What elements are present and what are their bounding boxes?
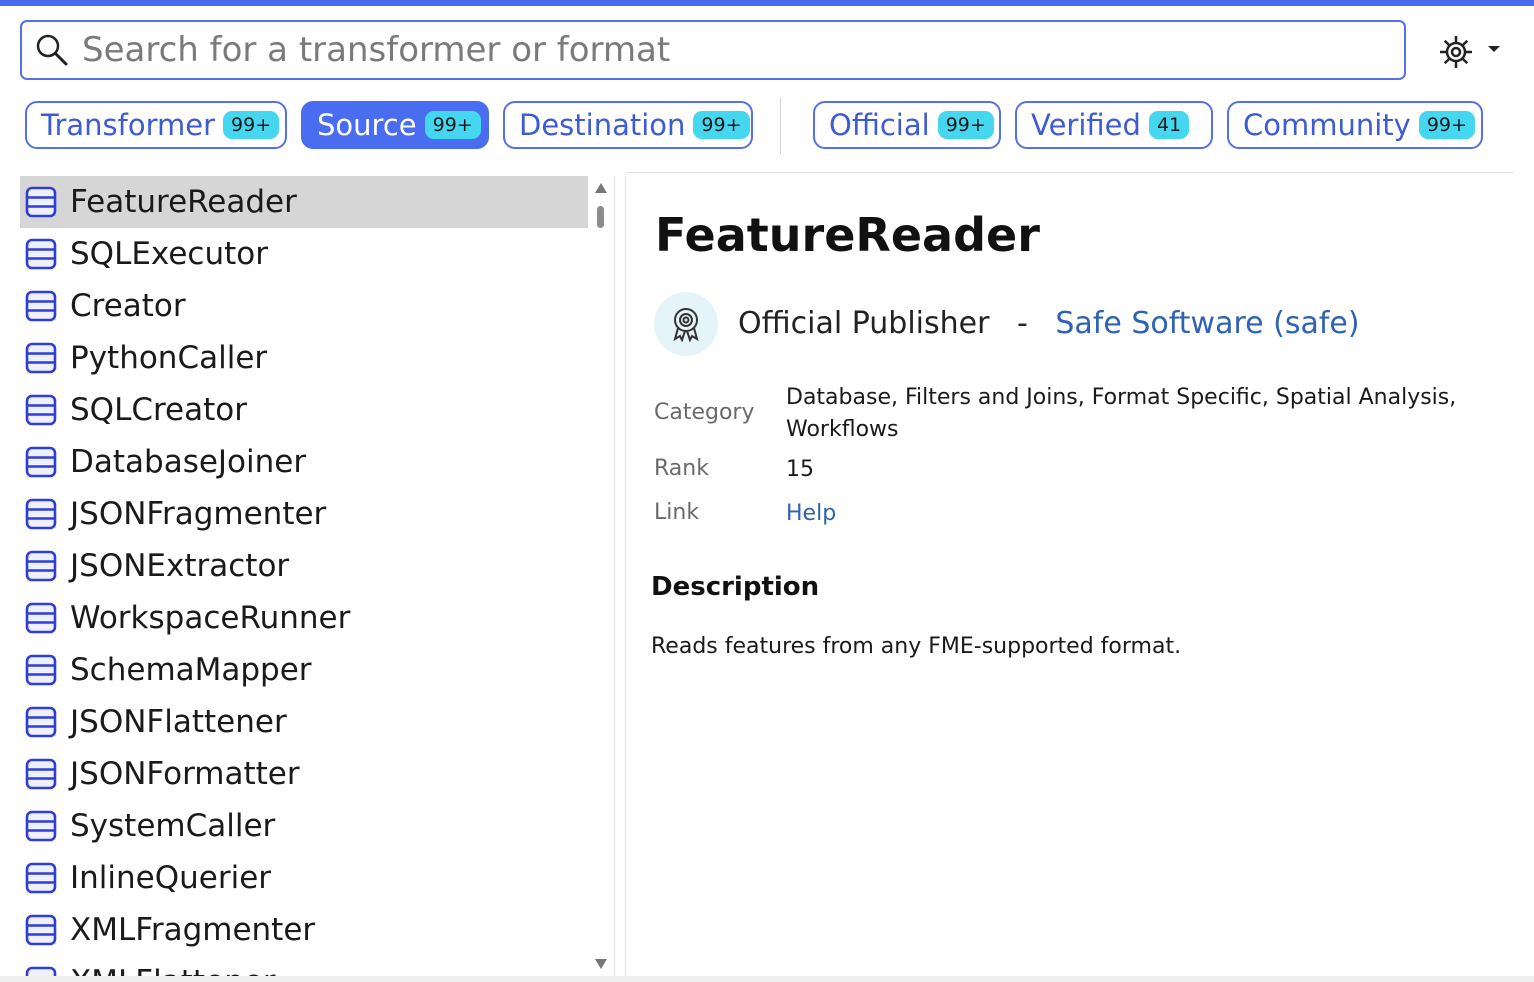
filter-chip-official[interactable]: Official 99+	[813, 101, 1001, 149]
list-item[interactable]: JSONFlattener	[20, 696, 588, 748]
database-icon	[25, 810, 57, 842]
list-item-label: FeatureReader	[70, 184, 297, 220]
bottom-border	[0, 976, 1534, 982]
list-item[interactable]: DatabaseJoiner	[20, 436, 588, 488]
list-item[interactable]: SchemaMapper	[20, 644, 588, 696]
chevron-down-icon[interactable]	[1487, 44, 1501, 54]
category-line: Workflows	[786, 417, 899, 442]
list-item[interactable]: JSONFragmenter	[20, 488, 588, 540]
list-item[interactable]: SystemCaller	[20, 800, 588, 852]
award-icon	[673, 308, 699, 342]
count-badge: 99+	[693, 111, 750, 139]
filter-chip-community[interactable]: Community 99+	[1227, 101, 1483, 149]
scroll-down-arrow-icon[interactable]	[594, 958, 608, 970]
chip-label: Transformer	[41, 108, 216, 142]
database-icon	[25, 446, 57, 478]
database-icon	[25, 758, 57, 790]
rank-label: Rank	[654, 456, 709, 481]
chip-label: Verified	[1031, 108, 1141, 142]
detail-title: FeatureReader	[655, 208, 1040, 262]
list-item[interactable]: FeatureReader	[20, 176, 588, 228]
category-value: Database, Filters and Joins, Format Spec…	[786, 382, 1456, 446]
count-badge: 99+	[937, 111, 994, 139]
list-item-label: JSONExtractor	[70, 548, 290, 584]
category-label: Category	[654, 400, 755, 425]
transformer-list: FeatureReader SQLExecutor Creator PythonCal…	[20, 176, 588, 976]
database-icon	[25, 914, 57, 946]
list-item[interactable]: JSONFormatter	[20, 748, 588, 800]
search-icon	[36, 34, 68, 66]
list-item-label: WorkspaceRunner	[70, 600, 351, 636]
publisher-line: Official Publisher - Safe Software (safe…	[738, 306, 1360, 341]
publisher-label: Official Publisher	[738, 306, 990, 341]
filter-chip-verified[interactable]: Verified 41	[1015, 101, 1213, 149]
database-icon	[25, 706, 57, 738]
list-item[interactable]: PythonCaller	[20, 332, 588, 384]
search-input[interactable]	[80, 29, 1404, 71]
list-item-label: JSONFragmenter	[70, 496, 327, 532]
list-item-label: SQLCreator	[70, 392, 247, 428]
category-line: Database, Filters and Joins, Format Spec…	[786, 385, 1457, 410]
list-item-label: JSONFlattener	[70, 704, 287, 740]
database-icon	[25, 498, 57, 530]
database-icon	[25, 966, 57, 976]
list-item-label: PythonCaller	[70, 340, 268, 376]
database-icon	[25, 862, 57, 894]
list-item-label: InlineQuerier	[70, 860, 272, 896]
database-icon	[25, 342, 57, 374]
publisher-badge	[654, 292, 718, 356]
chip-label: Destination	[519, 108, 686, 142]
list-item-label: SystemCaller	[70, 808, 276, 844]
database-icon	[25, 238, 57, 270]
panel-splitter[interactable]	[614, 176, 626, 976]
link-label: Link	[654, 500, 700, 525]
list-item-label: XMLFragmenter	[70, 912, 316, 948]
list-item-label: DatabaseJoiner	[70, 444, 307, 480]
database-icon	[25, 550, 57, 582]
gear-icon[interactable]	[1436, 32, 1476, 72]
help-link[interactable]: Help	[786, 501, 836, 526]
chip-label: Source	[317, 108, 417, 142]
scroll-thumb[interactable]	[597, 206, 604, 228]
list-item[interactable]: WorkspaceRunner	[20, 592, 588, 644]
list-item[interactable]: JSONExtractor	[20, 540, 588, 592]
chip-label: Community	[1243, 108, 1411, 142]
database-icon	[25, 186, 57, 218]
filter-chip-source[interactable]: Source 99+	[301, 101, 489, 149]
filter-divider	[780, 98, 781, 154]
top-accent-bar	[0, 0, 1534, 6]
count-badge: 41	[1148, 111, 1190, 139]
list-item-label: JSONFormatter	[70, 756, 300, 792]
list-item[interactable]: XMLFlattener	[20, 956, 588, 976]
description-heading: Description	[651, 572, 820, 602]
filter-chip-transformer[interactable]: Transformer 99+	[25, 101, 287, 149]
list-item-label: SQLExecutor	[70, 236, 268, 272]
list-item[interactable]: SQLExecutor	[20, 228, 588, 280]
database-icon	[25, 602, 57, 634]
database-icon	[25, 394, 57, 426]
count-badge: 99+	[1418, 111, 1475, 139]
list-item[interactable]: Creator	[20, 280, 588, 332]
count-badge: 99+	[223, 111, 280, 139]
search-box[interactable]	[20, 20, 1406, 80]
description-text: Reads features from any FME-supported fo…	[651, 634, 1182, 659]
publisher-link[interactable]: Safe Software (safe)	[1055, 306, 1359, 341]
count-badge: 99+	[424, 111, 481, 139]
scroll-up-arrow-icon[interactable]	[594, 182, 608, 194]
database-icon	[25, 290, 57, 322]
database-icon	[25, 654, 57, 686]
filter-chip-destination[interactable]: Destination 99+	[503, 101, 753, 149]
list-item-label: XMLFlattener	[70, 964, 276, 976]
list-item[interactable]: InlineQuerier	[20, 852, 588, 904]
chip-label: Official	[829, 108, 930, 142]
list-item[interactable]: SQLCreator	[20, 384, 588, 436]
list-item-label: Creator	[70, 288, 186, 324]
list-item[interactable]: XMLFragmenter	[20, 904, 588, 956]
list-item-label: SchemaMapper	[70, 652, 312, 688]
rank-value: 15	[786, 457, 814, 482]
list-scrollbar[interactable]	[590, 176, 612, 976]
detail-top-divider	[626, 172, 1514, 173]
publisher-separator: -	[1016, 306, 1028, 341]
